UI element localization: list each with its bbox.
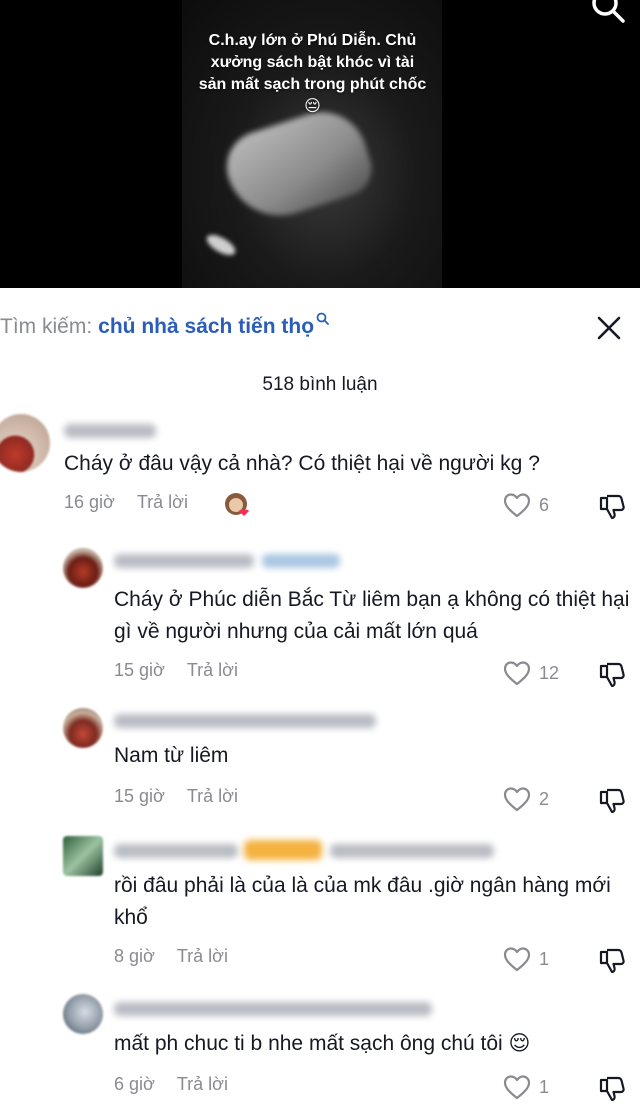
search-prefix: Tìm kiếm:: [0, 315, 93, 338]
reply-button[interactable]: Trả lời: [187, 660, 238, 680]
comment-time: 15 giờ: [114, 786, 165, 806]
reply-button[interactable]: Trả lời: [177, 946, 228, 966]
reply-button[interactable]: Trả lời: [177, 1074, 228, 1094]
heart-icon: [503, 947, 531, 972]
comment-text: mất ph chuc ti b nhe mất sạch ông chú tô…: [114, 1032, 531, 1055]
video-player[interactable]: C.h.ay lớn ở Phú Diễn. Chủ xưởng sách bậ…: [0, 0, 640, 288]
comment-meta: 15 giờ Trả lời: [114, 786, 238, 807]
like-count: 1: [539, 1076, 550, 1097]
username-emoji-blurred: [244, 840, 322, 860]
heart-icon: [503, 661, 531, 686]
comment-count: 518 bình luận: [262, 374, 378, 395]
username-blurred[interactable]: [64, 424, 156, 438]
dislike-icon[interactable]: [598, 1074, 626, 1102]
reply-item: mất ph chuc ti b nhe mất sạch ông chú tô…: [0, 990, 640, 1115]
avatar[interactable]: [0, 414, 50, 472]
dislike-icon[interactable]: [598, 660, 626, 688]
dislike-icon[interactable]: [598, 786, 626, 814]
heart-icon: [503, 493, 531, 518]
comment-meta: 8 giờ Trả lời: [114, 946, 228, 967]
dislike-icon[interactable]: [598, 492, 626, 520]
username-blurred[interactable]: [114, 714, 376, 728]
video-caption: C.h.ay lớn ở Phú Diễn. Chủ xưởng sách bậ…: [198, 32, 427, 115]
heart-icon: [503, 787, 531, 812]
reply-target-blurred: [262, 554, 340, 568]
comment-text: Cháy ở đâu vậy cả nhà? Có thiệt hại về n…: [64, 452, 540, 475]
avatar[interactable]: [63, 548, 103, 588]
comment-time: 6 giờ: [114, 1074, 155, 1094]
heart-icon: [503, 1075, 531, 1100]
reply-button[interactable]: Trả lời: [137, 492, 188, 512]
like-count: 1: [539, 948, 550, 969]
avatar[interactable]: [63, 708, 103, 748]
comment-text: Cháy ở Phúc diễn Bắc Từ liêm bạn ạ không…: [114, 588, 630, 643]
like-count: 12: [539, 662, 560, 683]
like-button[interactable]: 1: [503, 1074, 549, 1100]
like-button[interactable]: 1: [503, 946, 549, 972]
search-query-link[interactable]: chủ nhà sách tiến thọ: [98, 315, 314, 338]
reply-item: rồi đâu phải là của là của mk đâu .giờ n…: [0, 830, 640, 980]
like-button[interactable]: 12: [503, 660, 559, 686]
comment-text: rồi đâu phải là của là của mk đâu .giờ n…: [114, 874, 611, 929]
search-icon: [316, 312, 329, 325]
reply-button[interactable]: Trả lời: [187, 786, 238, 806]
reply-item: Nam từ liêm 15 giờ Trả lời 2: [0, 702, 640, 822]
creator-liked-avatar: [224, 492, 250, 518]
comment-meta: 16 giờ Trả lời: [64, 492, 188, 513]
close-icon[interactable]: [596, 315, 622, 341]
comment-meta: 15 giờ Trả lời: [114, 660, 238, 681]
like-count: 2: [539, 788, 550, 809]
username-blurred[interactable]: [114, 1002, 432, 1016]
comment-meta: 6 giờ Trả lời: [114, 1074, 228, 1095]
reply-item: Cháy ở Phúc diễn Bắc Từ liêm bạn ạ không…: [0, 542, 640, 692]
like-count: 6: [539, 494, 550, 515]
comments-sheet: Tìm kiếm: chủ nhà sách tiến thọ 518 bình …: [0, 288, 640, 1115]
comment-item: Cháy ở đâu vậy cả nhà? Có thiệt hại về n…: [0, 406, 640, 526]
search-icon[interactable]: [590, 0, 626, 24]
like-button[interactable]: 2: [503, 786, 549, 812]
comment-time: 8 giờ: [114, 946, 155, 966]
comment-time: 16 giờ: [64, 492, 115, 512]
dislike-icon[interactable]: [598, 946, 626, 974]
like-button[interactable]: 6: [503, 492, 549, 518]
avatar[interactable]: [63, 836, 103, 876]
username-blurred[interactable]: [114, 554, 254, 568]
comment-time: 15 giờ: [114, 660, 165, 680]
username-blurred[interactable]: [114, 844, 238, 858]
username-blurred: [330, 844, 494, 858]
avatar[interactable]: [63, 994, 103, 1034]
search-suggestion[interactable]: Tìm kiếm: chủ nhà sách tiến thọ: [0, 312, 329, 342]
comment-text: Nam từ liêm: [114, 744, 229, 767]
